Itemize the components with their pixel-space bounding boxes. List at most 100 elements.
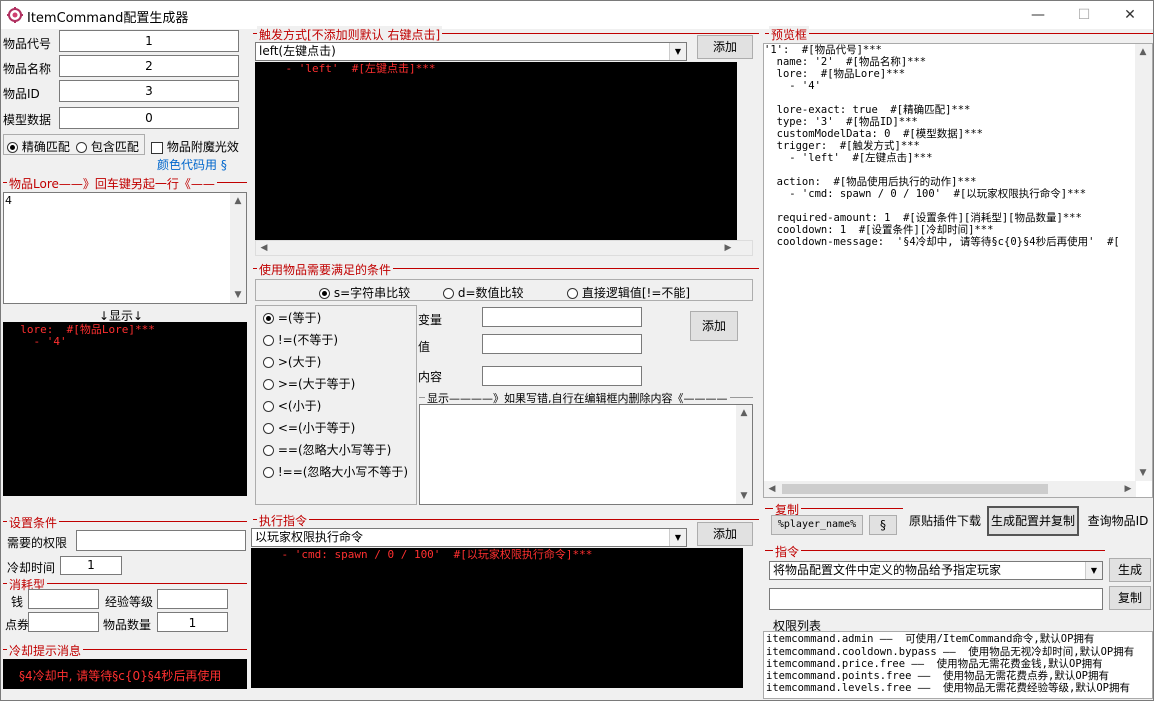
scroll-up-icon[interactable]: ▲ [230, 193, 246, 209]
operator-label: <=(小于等于) [277, 421, 356, 435]
command-divider [765, 550, 1105, 551]
content-label: 内容 [418, 370, 443, 384]
exact-match-radio[interactable]: 精确匹配 [7, 138, 70, 155]
operator-gt-radio[interactable]: >(大于) [263, 353, 321, 370]
radio-icon [76, 142, 87, 153]
trigger-title: 触发方式[不添加则默认 右键点击] [257, 26, 443, 43]
radio-icon [7, 142, 18, 153]
radio-icon [263, 357, 274, 368]
preview-box[interactable]: '1': #[物品代号]*** name: '2' #[物品名称]*** lor… [763, 43, 1153, 498]
minimize-button[interactable]: — [1015, 1, 1061, 29]
lore-input-text: 4 [5, 194, 12, 207]
item-amount-label: 物品数量 [103, 618, 152, 632]
points-input[interactable] [28, 612, 99, 632]
lore-display: lore: #[物品Lore]*** - '4' [3, 322, 247, 496]
exec-select[interactable]: 以玩家权限执行命令 ▼ [251, 528, 687, 547]
item-name-input[interactable]: 2 [59, 55, 239, 77]
string-compare-label: s=字符串比较 [333, 286, 411, 300]
exp-level-input[interactable] [157, 589, 228, 609]
condition-scrollbar[interactable]: ▲ ▼ [736, 405, 752, 504]
color-code-link[interactable]: 颜色代码用 § [157, 156, 227, 173]
item-amount-input[interactable]: 1 [157, 612, 228, 632]
operator-lt-radio[interactable]: <(小于) [263, 397, 321, 414]
radio-icon [263, 313, 274, 324]
trigger-display: - 'left' #[左键点击]*** [255, 62, 753, 240]
exec-add-button[interactable]: 添加 [697, 522, 753, 546]
radio-icon [263, 401, 274, 412]
operator-ieq-radio[interactable]: ==(忽略大小写等于) [263, 441, 391, 458]
condition-add-button[interactable]: 添加 [690, 311, 738, 341]
variable-input[interactable] [482, 307, 642, 327]
operator-eq-radio[interactable]: =(等于) [263, 309, 321, 326]
player-name-button[interactable]: %player_name% [771, 515, 863, 535]
permission-label: 需要的权限 [7, 536, 68, 550]
scroll-left-icon[interactable]: ◀ [256, 240, 272, 256]
scroll-right-icon[interactable]: ▶ [1120, 481, 1136, 497]
scroll-thumb[interactable] [782, 484, 1048, 494]
enchant-glow-checkbox[interactable]: 物品附魔光效 [151, 138, 239, 155]
lore-scrollbar[interactable]: ▲ ▼ [230, 193, 246, 303]
permissions-list[interactable]: itemcommand.admin —— 可使用/ItemCommand命令,默… [763, 631, 1153, 699]
operator-le-radio[interactable]: <=(小于等于) [263, 419, 355, 436]
cooldown-msg-input[interactable]: §4冷却中, 请等待§c{0}§4秒后再使用 [3, 659, 247, 689]
operator-label: <(小于) [277, 399, 322, 413]
generate-copy-button[interactable]: 生成配置并复制 [987, 506, 1079, 536]
operator-ne-radio[interactable]: !=(不等于) [263, 331, 338, 348]
operator-ge-radio[interactable]: >=(大于等于) [263, 375, 355, 392]
content-input[interactable] [482, 366, 642, 386]
settings-title: 设置条件 [7, 514, 60, 531]
exec-display: - 'cmd: spawn / 0 / 100' #[以玩家权限执行命令]*** [251, 548, 743, 688]
trigger-scrollbar[interactable] [737, 62, 753, 240]
operator-label: !=(不等于) [277, 333, 339, 347]
preview-title: 预览框 [769, 26, 810, 43]
trigger-hscrollbar[interactable]: ◀ ▶ [255, 240, 753, 256]
model-data-input[interactable]: 0 [59, 107, 239, 129]
number-compare-radio[interactable]: d=数值比较 [443, 284, 524, 301]
chevron-down-icon: ▼ [669, 529, 686, 546]
value-input[interactable] [482, 334, 642, 354]
operator-ine-radio[interactable]: !==(忽略大小写不等于) [263, 463, 408, 480]
section-sign-button[interactable]: § [869, 515, 897, 535]
operator-label: >(大于) [277, 355, 322, 369]
scroll-up-icon[interactable]: ▲ [736, 405, 752, 421]
trigger-add-button[interactable]: 添加 [697, 35, 753, 59]
cooldown-input[interactable]: 1 [60, 556, 122, 575]
close-button[interactable]: ✕ [1107, 1, 1153, 29]
scroll-right-icon[interactable]: ▶ [720, 240, 736, 256]
permission-input[interactable] [76, 530, 246, 551]
query-item-id-button[interactable]: 查询物品ID [1083, 506, 1153, 536]
command-copy-button[interactable]: 复制 [1109, 586, 1151, 610]
scroll-down-icon[interactable]: ▼ [230, 287, 246, 303]
preview-hscrollbar[interactable]: ◀ ▶ [764, 481, 1136, 497]
cooldown-msg-title: 冷却提示消息 [7, 642, 84, 659]
condition-display[interactable]: ▲ ▼ [419, 404, 753, 505]
maximize-button[interactable]: ☐ [1061, 1, 1107, 29]
command-select[interactable]: 将物品配置文件中定义的物品给予指定玩家 ▼ [769, 561, 1103, 580]
chevron-down-icon: ▼ [1085, 562, 1102, 579]
scroll-left-icon[interactable]: ◀ [764, 481, 780, 497]
contain-match-radio[interactable]: 包含匹配 [76, 138, 139, 155]
trigger-select[interactable]: left(左键点击) ▼ [255, 42, 687, 61]
radio-icon [263, 445, 274, 456]
string-compare-radio[interactable]: s=字符串比较 [319, 284, 410, 301]
operator-label: !==(忽略大小写不等于) [277, 465, 409, 479]
scroll-down-icon[interactable]: ▼ [1135, 465, 1151, 481]
permission-line: itemcommand.levels.free —— 使用物品无需花费经验等级,… [766, 682, 1130, 694]
item-id-input[interactable]: 3 [59, 80, 239, 102]
lore-input[interactable]: 4 ▲ ▼ [3, 192, 247, 304]
command-generate-button[interactable]: 生成 [1109, 558, 1151, 582]
plugin-download-button[interactable]: 原贴插件下载 [905, 506, 985, 536]
app-icon [7, 7, 23, 23]
command-output[interactable] [769, 588, 1103, 610]
permission-line: itemcommand.price.free —— 使用物品无需花费金钱,默认O… [766, 658, 1103, 670]
title-bar[interactable]: ItemCommand配置生成器 — ☐ ✕ [1, 1, 1153, 29]
item-code-input[interactable]: 1 [59, 30, 239, 52]
preview-vscrollbar[interactable]: ▲ ▼ [1135, 44, 1152, 481]
scroll-down-icon[interactable]: ▼ [736, 488, 752, 504]
operator-label: =(等于) [277, 311, 322, 325]
money-input[interactable] [28, 589, 99, 609]
scroll-up-icon[interactable]: ▲ [1135, 44, 1151, 60]
logic-value-radio[interactable]: 直接逻辑值[!=不能] [567, 284, 690, 301]
variable-label: 变量 [418, 313, 443, 327]
points-label: 点券 [5, 618, 30, 632]
